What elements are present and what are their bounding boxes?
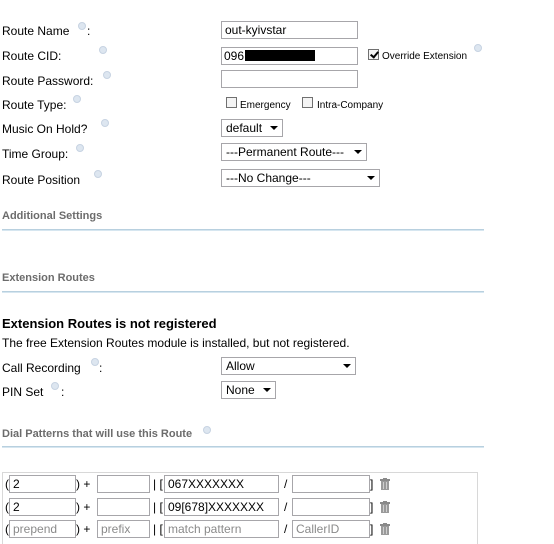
slash: / bbox=[284, 522, 288, 536]
pin-set-select[interactable]: None bbox=[221, 381, 276, 399]
redacted-block bbox=[245, 50, 316, 61]
close-bracket: ] bbox=[370, 477, 374, 491]
prefix-input[interactable] bbox=[97, 475, 150, 493]
slash: / bbox=[284, 500, 288, 514]
help-icon[interactable] bbox=[51, 382, 59, 390]
trash-icon[interactable] bbox=[380, 523, 390, 535]
help-icon[interactable] bbox=[91, 358, 99, 366]
pin-set-value: None bbox=[226, 383, 255, 397]
close-bracket: ] bbox=[370, 522, 374, 536]
close-paren-plus: ) + bbox=[76, 522, 91, 536]
route-cid-input[interactable]: 096 bbox=[221, 47, 358, 65]
music-on-hold-select[interactable]: default bbox=[221, 119, 283, 137]
call-recording-select[interactable]: Allow bbox=[221, 357, 356, 375]
callerid-input[interactable]: CallerID bbox=[292, 520, 370, 538]
dial-pattern-row: ( 2 ) + | [ 067XXXXXXX / ] bbox=[0, 475, 554, 495]
help-icon[interactable] bbox=[76, 144, 84, 152]
override-extension-checkbox[interactable] bbox=[368, 49, 379, 60]
route-name-input[interactable]: out-kyivstar bbox=[221, 21, 358, 39]
dial-pattern-row: ( prepend ) + prefix | [ match pattern /… bbox=[0, 520, 554, 540]
route-position-select[interactable]: ---No Change--- bbox=[221, 169, 380, 187]
callerid-input[interactable] bbox=[292, 498, 370, 516]
chevron-down-icon bbox=[270, 126, 278, 130]
route-position-label: Route Position bbox=[2, 173, 81, 187]
section-extension-routes: Extension Routes bbox=[2, 272, 95, 284]
route-name-colon: : bbox=[87, 24, 91, 38]
route-type-label: Route Type: bbox=[2, 98, 67, 112]
trash-icon[interactable] bbox=[380, 478, 390, 490]
music-on-hold-value: default bbox=[226, 121, 263, 135]
section-divider bbox=[2, 229, 484, 231]
help-icon[interactable] bbox=[73, 95, 81, 103]
help-icon[interactable] bbox=[94, 170, 102, 178]
route-cid-value: 096 bbox=[224, 49, 245, 63]
time-group-select[interactable]: ---Permanent Route--- bbox=[221, 143, 367, 161]
call-recording-colon: : bbox=[99, 361, 103, 375]
ext-routes-notice: The free Extension Routes module is inst… bbox=[2, 336, 350, 350]
pin-set-label: PIN Set bbox=[2, 385, 44, 399]
match-pattern-input[interactable]: match pattern bbox=[164, 520, 279, 538]
call-recording-value: Allow bbox=[226, 359, 255, 373]
chevron-down-icon bbox=[354, 150, 362, 154]
help-icon[interactable] bbox=[103, 71, 111, 79]
route-name-label: Route Name bbox=[2, 24, 70, 38]
bar-bracket: | [ bbox=[153, 477, 163, 491]
route-position-value: ---No Change--- bbox=[226, 171, 311, 185]
emergency-label: Emergency bbox=[240, 100, 291, 111]
help-icon[interactable] bbox=[78, 22, 86, 30]
intra-company-label: Intra-Company bbox=[317, 100, 384, 111]
section-additional-settings: Additional Settings bbox=[2, 210, 103, 222]
close-paren-plus: ) + bbox=[76, 500, 91, 514]
help-icon[interactable] bbox=[203, 426, 211, 434]
section-dial-patterns: Dial Patterns that will use this Route bbox=[2, 428, 193, 440]
pin-set-colon: : bbox=[61, 385, 65, 399]
slash: / bbox=[284, 477, 288, 491]
emergency-checkbox[interactable] bbox=[226, 97, 237, 108]
route-cid-label: Route CID: bbox=[2, 49, 62, 63]
prefix-input[interactable] bbox=[97, 498, 150, 516]
prepend-input[interactable]: prepend bbox=[9, 520, 76, 538]
time-group-value: ---Permanent Route--- bbox=[226, 145, 345, 159]
ext-routes-heading: Extension Routes is not registered bbox=[2, 316, 217, 331]
route-password-input[interactable] bbox=[221, 70, 358, 88]
override-extension-label: Override Extension bbox=[382, 51, 468, 62]
route-password-label: Route Password: bbox=[2, 74, 94, 88]
close-bracket: ] bbox=[370, 500, 374, 514]
close-paren-plus: ) + bbox=[76, 477, 91, 491]
intra-company-checkbox[interactable] bbox=[302, 97, 313, 108]
chevron-down-icon bbox=[343, 364, 351, 368]
chevron-down-icon bbox=[263, 388, 271, 392]
prepend-input[interactable]: 2 bbox=[9, 475, 76, 493]
section-divider bbox=[2, 446, 484, 448]
bar-bracket: | [ bbox=[153, 500, 163, 514]
prefix-input[interactable]: prefix bbox=[97, 520, 150, 538]
match-pattern-input[interactable]: 067XXXXXXX bbox=[164, 475, 279, 493]
music-on-hold-label: Music On Hold? bbox=[2, 122, 88, 136]
dial-pattern-row: ( 2 ) + | [ 09[678]XXXXXXX / ] bbox=[0, 498, 554, 518]
help-icon[interactable] bbox=[474, 44, 482, 52]
help-icon[interactable] bbox=[101, 119, 109, 127]
section-divider bbox=[2, 291, 484, 293]
trash-icon[interactable] bbox=[380, 501, 390, 513]
call-recording-label: Call Recording bbox=[2, 361, 81, 375]
bar-bracket: | [ bbox=[153, 522, 163, 536]
time-group-label: Time Group: bbox=[2, 147, 69, 161]
chevron-down-icon bbox=[367, 176, 375, 180]
prepend-input[interactable]: 2 bbox=[9, 498, 76, 516]
match-pattern-input[interactable]: 09[678]XXXXXXX bbox=[164, 498, 279, 516]
help-icon[interactable] bbox=[99, 46, 107, 54]
callerid-input[interactable] bbox=[292, 475, 370, 493]
